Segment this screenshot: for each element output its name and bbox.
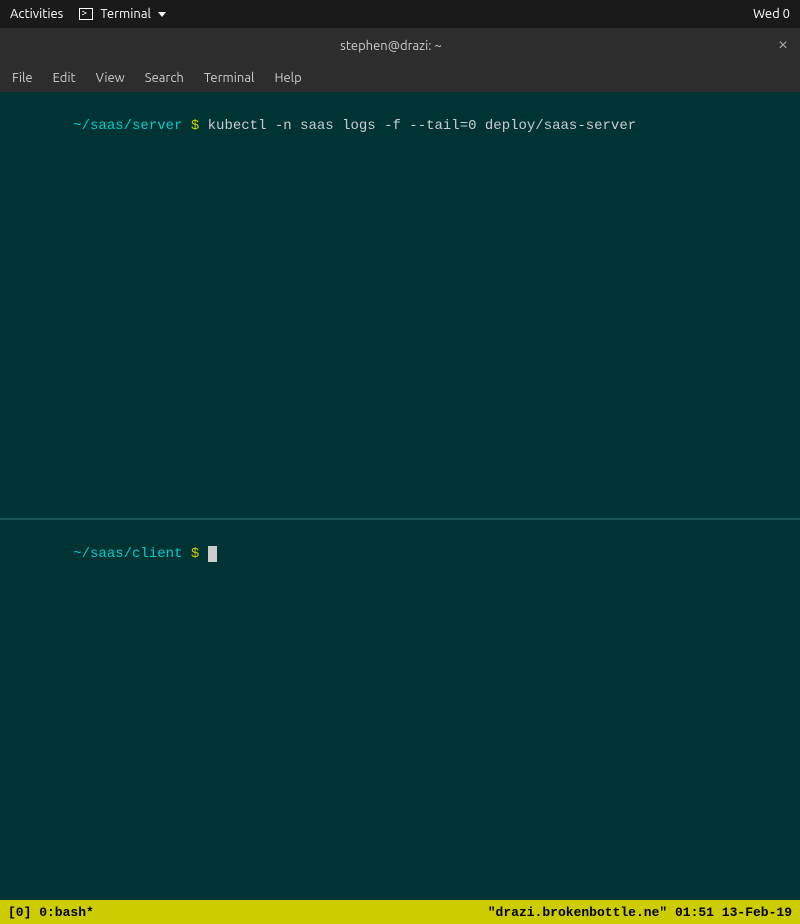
prompt-dir-bottom: ~/saas/client — [73, 546, 182, 562]
terminal-line-bottom: ~/saas/client $ — [6, 524, 794, 584]
window-title: stephen@drazi: ~ — [8, 39, 774, 53]
menu-file[interactable]: File — [4, 69, 41, 87]
prompt-dir-top: ~/saas/server — [73, 118, 182, 134]
terminal-app-menu[interactable]: Terminal — [79, 7, 166, 21]
close-button[interactable]: × — [774, 37, 792, 55]
menu-view[interactable]: View — [88, 69, 133, 87]
cursor-blink — [208, 546, 217, 562]
status-left: [0] 0:bash* — [8, 905, 94, 920]
system-bar: Activities Terminal Wed 0 — [0, 0, 800, 28]
prompt-dollar-top: $ — [182, 118, 207, 134]
menu-help[interactable]: Help — [266, 69, 309, 87]
menu-edit[interactable]: Edit — [45, 69, 84, 87]
command-top: kubectl -n saas logs -f --tail=0 deploy/… — [208, 118, 636, 134]
prompt-dollar-bottom: $ — [182, 546, 207, 562]
title-bar: stephen@drazi: ~ × — [0, 28, 800, 64]
chevron-down-icon — [158, 12, 166, 17]
menu-search[interactable]: Search — [137, 69, 192, 87]
activities-button[interactable]: Activities — [10, 7, 63, 21]
terminal-window: stephen@drazi: ~ × File Edit View Search… — [0, 28, 800, 900]
status-bar: [0] 0:bash* "drazi.brokenbottle.ne" 01:5… — [0, 900, 800, 924]
terminal-icon — [79, 8, 93, 20]
system-bar-left: Activities Terminal — [10, 7, 166, 21]
system-clock: Wed 0 — [753, 7, 790, 21]
terminal-pane-top[interactable]: ~/saas/server $ kubectl -n saas logs -f … — [0, 92, 800, 520]
terminal-line-top: ~/saas/server $ kubectl -n saas logs -f … — [6, 96, 794, 156]
status-right: "drazi.brokenbottle.ne" 01:51 13-Feb-19 — [488, 905, 792, 920]
panes-container: ~/saas/server $ kubectl -n saas logs -f … — [0, 92, 800, 900]
terminal-app-label: Terminal — [100, 7, 151, 21]
terminal-pane-bottom[interactable]: ~/saas/client $ — [0, 520, 800, 900]
menu-terminal[interactable]: Terminal — [196, 69, 263, 87]
menu-bar: File Edit View Search Terminal Help — [0, 64, 800, 92]
